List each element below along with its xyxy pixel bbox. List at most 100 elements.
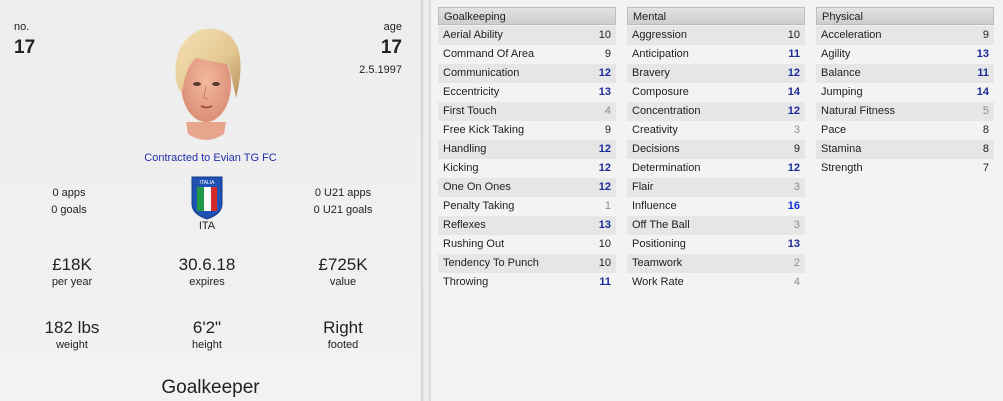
attribute-row[interactable]: Penalty Taking 1 [438,197,616,216]
attribute-name: Agility [821,48,851,60]
attribute-name: Tendency To Punch [443,257,539,269]
attribute-name: Command Of Area [443,48,535,60]
attribute-row[interactable]: Influence 16 [627,197,805,216]
attribute-row[interactable]: Handling 12 [438,140,616,159]
attribute-value: 12 [598,181,611,193]
goalkeeping-attributes: Goalkeeping Aerial Ability 10 Command Of A… [438,7,616,292]
attribute-value: 2 [793,257,800,269]
goals-count: 0 goals [51,204,87,216]
attribute-row[interactable]: Teamwork 2 [627,254,805,273]
attribute-name: Off The Ball [632,219,690,231]
attribute-name: Flair [632,181,654,193]
attribute-value: 3 [793,124,800,136]
attribute-value: 9 [793,143,800,155]
physical-header: Physical [816,7,994,25]
attribute-row[interactable]: Agility 13 [816,45,994,64]
attribute-row[interactable]: Throwing 11 [438,273,616,292]
flag-text: ITALIA [200,180,216,186]
contract-expiry-label: expires [189,276,225,288]
attribute-row[interactable]: Jumping 14 [816,83,994,102]
preferred-foot-label: footed [327,339,359,351]
attribute-name: Aerial Ability [443,29,503,41]
attribute-value: 10 [598,257,611,269]
attribute-name: Composure [632,86,689,98]
height-value: 6'2" [192,318,222,337]
attribute-row[interactable]: Pace 8 [816,121,994,140]
attribute-row[interactable]: Decisions 9 [627,140,805,159]
contract-expiry-value: 30.6.18 [178,255,236,274]
attribute-value: 3 [793,219,800,231]
attribute-row[interactable]: Eccentricity 13 [438,83,616,102]
attribute-name: Stamina [821,143,862,155]
attribute-row[interactable]: Concentration 12 [627,102,805,121]
attribute-name: First Touch [443,105,497,117]
age-label: age [383,21,402,33]
player-face-image [175,28,241,140]
attribute-value: 8 [982,143,989,155]
attribute-name: Jumping [821,86,863,98]
physical-rows: Acceleration 9 Agility 13 Balance 11 Jumping 14… [816,26,994,178]
attribute-name: Determination [632,162,701,174]
attribute-row[interactable]: Determination 12 [627,159,805,178]
attribute-row[interactable]: Rushing Out 10 [438,235,616,254]
attribute-row[interactable]: Free Kick Taking 9 [438,121,616,140]
attribute-row[interactable]: Communication 12 [438,64,616,83]
attribute-row[interactable]: One On Ones 12 [438,178,616,197]
attribute-row[interactable]: Tendency To Punch 10 [438,254,616,273]
attribute-name: Teamwork [632,257,683,269]
number-label: no. [14,21,30,33]
attribute-row[interactable]: Composure 14 [627,83,805,102]
mental-attributes: Mental Aggression 10 Anticipation 11 Bravery… [627,7,805,292]
contract-club-link[interactable]: Contracted to Evian TG FC [0,152,421,164]
attribute-name: Strength [821,162,863,174]
attribute-value: 11 [977,67,989,79]
attribute-row[interactable]: Aerial Ability 10 [438,26,616,45]
attribute-row[interactable]: Command Of Area 9 [438,45,616,64]
attribute-row[interactable]: Work Rate 4 [627,273,805,292]
attribute-name: Communication [443,67,520,79]
attribute-name: Balance [821,67,861,79]
attribute-row[interactable]: First Touch 4 [438,102,616,121]
attribute-value: 3 [793,181,800,193]
u21-goals-count: 0 U21 goals [313,204,373,216]
attribute-row[interactable]: Stamina 8 [816,140,994,159]
player-position: Goalkeeper [161,377,260,398]
attribute-value: 11 [788,48,800,60]
attribute-name: Rushing Out [443,238,505,250]
attribute-row[interactable]: Reflexes 13 [438,216,616,235]
attribute-row[interactable]: Balance 11 [816,64,994,83]
attribute-value: 10 [598,29,611,41]
goalkeeping-rows: Aerial Ability 10 Command Of Area 9 Communic… [438,26,616,292]
attribute-row[interactable]: Anticipation 11 [627,45,805,64]
attribute-row[interactable]: Aggression 10 [627,26,805,45]
attribute-name: Throwing [443,276,489,288]
attribute-row[interactable]: Acceleration 9 [816,26,994,45]
attribute-value: 12 [598,162,611,174]
attribute-row[interactable]: Flair 3 [627,178,805,197]
attribute-row[interactable]: Kicking 12 [438,159,616,178]
nationality: ITA [198,220,216,232]
attribute-row[interactable]: Creativity 3 [627,121,805,140]
age-value: 17 [380,37,402,58]
attribute-value: 12 [787,105,800,117]
attribute-row[interactable]: Off The Ball 3 [627,216,805,235]
attribute-row[interactable]: Natural Fitness 5 [816,102,994,121]
attribute-name: Influence [632,200,677,212]
attribute-value: 5 [982,105,989,117]
player-overview-panel: no. 17 age 17 2.5.1997 Contracted to Evi… [0,0,421,401]
attribute-name: Acceleration [821,29,882,41]
height-label: height [192,339,222,351]
attribute-name: Work Rate [632,276,684,288]
mental-rows: Aggression 10 Anticipation 11 Bravery 12 Compo… [627,26,805,292]
attribute-value: 10 [787,29,800,41]
attribute-value: 9 [982,29,989,41]
panel-divider[interactable] [421,0,431,401]
attribute-value: 10 [598,238,611,250]
squad-number: 17 [14,37,36,58]
attribute-row[interactable]: Bravery 12 [627,64,805,83]
attribute-name: Aggression [632,29,688,41]
market-value-label: value [329,276,357,288]
attribute-row[interactable]: Strength 7 [816,159,994,178]
attribute-row[interactable]: Positioning 13 [627,235,805,254]
weight-label: weight [56,339,88,351]
